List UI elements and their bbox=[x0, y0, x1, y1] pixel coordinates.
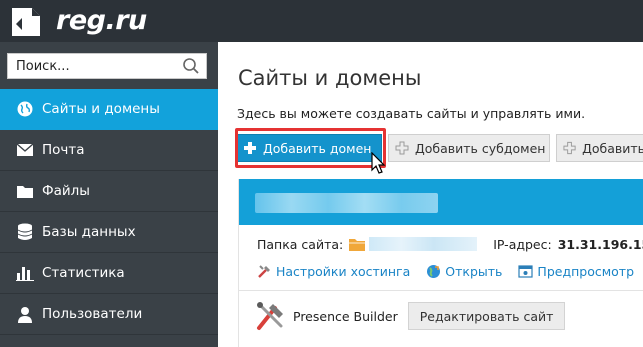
folder-icon bbox=[16, 182, 34, 200]
ip-label: IP-адрес: bbox=[493, 236, 552, 252]
edit-site-button[interactable]: Редактировать сайт bbox=[407, 302, 566, 330]
main-content: Сайты и домены Здесь вы можете создавать… bbox=[218, 42, 643, 347]
logo[interactable]: reg.ru bbox=[6, 2, 147, 38]
site-panel: Папка сайта: IP-адрес: 31.31.196.151 Нас… bbox=[238, 179, 643, 347]
user-icon bbox=[16, 305, 34, 323]
preview-window-icon bbox=[518, 264, 534, 278]
blurred-folder-path[interactable] bbox=[369, 237, 478, 251]
open-site-label: Открыть bbox=[445, 263, 503, 279]
sidebar-item-sites-domains[interactable]: Сайты и домены bbox=[0, 89, 218, 130]
logo-text: reg.ru bbox=[56, 4, 147, 36]
bar-chart-icon bbox=[16, 264, 34, 282]
sidebar-item-statistics[interactable]: Статистика bbox=[0, 253, 218, 294]
add-subdomain-label: Добавить субдомен bbox=[415, 140, 546, 156]
plus-icon bbox=[395, 141, 409, 155]
open-site-link[interactable]: Открыть bbox=[426, 264, 502, 279]
plus-icon bbox=[563, 141, 576, 155]
globe-icon bbox=[16, 100, 34, 118]
sidebar-nav: Сайты и домены Почта Файлы Базы данных С… bbox=[0, 89, 218, 335]
panel-divider bbox=[239, 290, 643, 291]
add-subdomain-button[interactable]: Добавить субдомен bbox=[388, 134, 550, 162]
sidebar-item-mail[interactable]: Почта bbox=[0, 130, 218, 171]
folder-icon bbox=[349, 238, 366, 251]
hosting-settings-label: Настройки хостинга bbox=[276, 263, 411, 279]
mouse-cursor-icon bbox=[371, 152, 386, 174]
sidebar-item-users[interactable]: Пользователи bbox=[0, 294, 218, 335]
database-icon bbox=[16, 223, 34, 241]
folder-label: Папка сайта: bbox=[257, 236, 344, 252]
open-globe-icon bbox=[427, 264, 441, 278]
search-input[interactable] bbox=[8, 54, 178, 78]
sidebar-item-databases[interactable]: Базы данных bbox=[0, 212, 218, 253]
reg-logo-icon bbox=[12, 8, 40, 36]
presence-builder-row: Presence Builder Редактировать сайт bbox=[255, 297, 566, 335]
preview-link[interactable]: Предпросмотр bbox=[518, 264, 634, 279]
sidebar-item-label: Статистика bbox=[42, 265, 125, 281]
builder-tools-icon bbox=[257, 302, 283, 330]
sidebar-item-label: Сайты и домены bbox=[42, 101, 160, 117]
sidebar-item-label: Почта bbox=[42, 142, 85, 158]
envelope-icon bbox=[16, 141, 34, 159]
sidebar-item-files[interactable]: Файлы bbox=[0, 171, 218, 212]
highlight-frame bbox=[235, 128, 386, 168]
hosting-settings-link[interactable]: Настройки хостинга bbox=[257, 264, 410, 279]
add-more-button[interactable]: Добавить bbox=[556, 134, 643, 162]
page-description: Здесь вы можете создавать сайты и управл… bbox=[237, 106, 586, 121]
presence-builder-label: Presence Builder bbox=[293, 308, 398, 324]
sidebar: Сайты и домены Почта Файлы bbox=[0, 42, 218, 347]
page-title: Сайты и домены bbox=[238, 66, 422, 90]
site-info-row: Папка сайта: IP-адрес: 31.31.196.151 bbox=[257, 236, 643, 252]
ip-value: 31.31.196.151 bbox=[557, 236, 643, 252]
search-box bbox=[7, 53, 207, 79]
add-more-label: Добавить bbox=[582, 140, 643, 156]
site-links-row: Настройки хостинга Открыть Предпросмотр bbox=[257, 263, 643, 279]
tools-icon bbox=[258, 264, 270, 278]
site-header bbox=[239, 179, 643, 225]
preview-label: Предпросмотр bbox=[537, 263, 635, 279]
blurred-domain-name[interactable] bbox=[255, 193, 438, 213]
top-header: reg.ru bbox=[0, 0, 643, 42]
sidebar-item-label: Базы данных bbox=[42, 224, 136, 240]
sidebar-item-label: Файлы bbox=[42, 183, 90, 199]
search-icon[interactable] bbox=[182, 57, 200, 75]
sidebar-item-label: Пользователи bbox=[42, 306, 143, 322]
